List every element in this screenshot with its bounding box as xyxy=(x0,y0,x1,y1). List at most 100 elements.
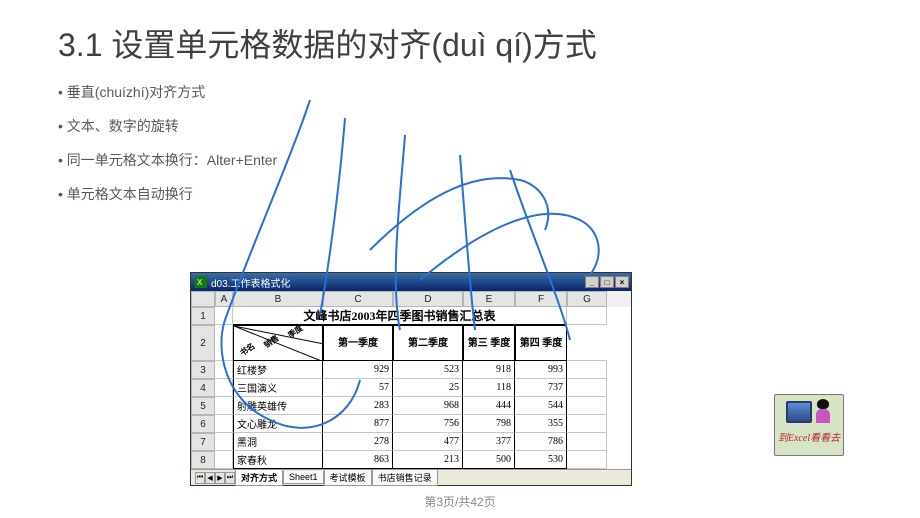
sheet-tab[interactable]: Sheet1 xyxy=(283,471,324,484)
monitor-icon xyxy=(786,401,812,423)
row-header[interactable]: 7 xyxy=(191,433,215,451)
value-cell[interactable]: 25 xyxy=(393,379,463,397)
person-icon xyxy=(814,399,832,425)
sheet-tab[interactable]: 书店销售记录 xyxy=(372,470,438,486)
value-cell[interactable]: 523 xyxy=(393,361,463,379)
cell[interactable] xyxy=(567,361,607,379)
header-cell[interactable]: 第二季度 xyxy=(393,325,463,361)
slide-title: 3.1 设置单元格数据的对齐(duì qí)方式 xyxy=(58,20,597,66)
value-cell[interactable]: 278 xyxy=(323,433,393,451)
value-cell[interactable]: 929 xyxy=(323,361,393,379)
tab-nav-next-icon[interactable]: ▶ xyxy=(215,472,225,484)
col-header[interactable]: E xyxy=(463,291,515,307)
book-name-cell[interactable]: 文心雕龙 xyxy=(233,415,323,433)
table-row: 6 文心雕龙877756798355 xyxy=(191,415,631,433)
book-name-cell[interactable]: 三国演义 xyxy=(233,379,323,397)
bullet-item: 文本、数字的旋转 xyxy=(58,116,277,136)
value-cell[interactable]: 213 xyxy=(393,451,463,469)
row-header[interactable]: 5 xyxy=(191,397,215,415)
value-cell[interactable]: 737 xyxy=(515,379,567,397)
cell[interactable] xyxy=(215,379,233,397)
sheet-tabs: ⏮ ◀ ▶ ⏭ 对齐方式 Sheet1 考试模板 书店销售记录 xyxy=(191,469,631,485)
value-cell[interactable]: 444 xyxy=(463,397,515,415)
cell[interactable] xyxy=(215,397,233,415)
row-header[interactable]: 3 xyxy=(191,361,215,379)
bullet-list: 垂直(chuízhí)对齐方式 文本、数字的旋转 同一单元格文本换行：Alter… xyxy=(58,82,277,218)
value-cell[interactable]: 877 xyxy=(323,415,393,433)
close-icon[interactable]: × xyxy=(615,276,629,288)
maximize-icon[interactable]: □ xyxy=(600,276,614,288)
row-header[interactable]: 1 xyxy=(191,307,215,325)
tab-nav-prev-icon[interactable]: ◀ xyxy=(205,472,215,484)
book-name-cell[interactable]: 黑洞 xyxy=(233,433,323,451)
table-row: 3 红楼梦929523918993 xyxy=(191,361,631,379)
table-row: 1 文峰书店2003年四季图书销售汇总表 xyxy=(191,307,631,325)
table-row: 8 家春秋863213500530 xyxy=(191,451,631,469)
row-header[interactable]: 8 xyxy=(191,451,215,469)
value-cell[interactable]: 377 xyxy=(463,433,515,451)
value-cell[interactable]: 544 xyxy=(515,397,567,415)
col-header[interactable]: F xyxy=(515,291,567,307)
bullet-item: 单元格文本自动换行 xyxy=(58,184,277,204)
tab-nav-first-icon[interactable]: ⏮ xyxy=(195,472,205,484)
merged-title-cell[interactable]: 文峰书店2003年四季图书销售汇总表 xyxy=(233,307,567,325)
value-cell[interactable]: 57 xyxy=(323,379,393,397)
header-cell[interactable]: 第一季度 xyxy=(323,325,393,361)
table-row: 2 季度 销售 书名 第一季度 第二季度 第三 季度 第四 季度 xyxy=(191,325,631,361)
cell[interactable] xyxy=(215,361,233,379)
value-cell[interactable]: 500 xyxy=(463,451,515,469)
tab-nav-last-icon[interactable]: ⏭ xyxy=(225,472,235,484)
sheet-tab[interactable]: 考试模板 xyxy=(324,470,372,486)
cell[interactable] xyxy=(567,325,607,361)
cell[interactable] xyxy=(215,325,233,361)
row-header[interactable]: 2 xyxy=(191,325,215,361)
row-header[interactable]: 6 xyxy=(191,415,215,433)
value-cell[interactable]: 918 xyxy=(463,361,515,379)
header-cell[interactable]: 第三 季度 xyxy=(463,325,515,361)
value-cell[interactable]: 798 xyxy=(463,415,515,433)
col-header[interactable]: G xyxy=(567,291,607,307)
bullet-item: 垂直(chuízhí)对齐方式 xyxy=(58,82,277,102)
book-name-cell[interactable]: 红楼梦 xyxy=(233,361,323,379)
col-header[interactable]: B xyxy=(233,291,323,307)
cell[interactable] xyxy=(567,307,607,325)
col-header[interactable]: D xyxy=(393,291,463,307)
value-cell[interactable]: 756 xyxy=(393,415,463,433)
page-number: 第3页/共42页 xyxy=(424,493,495,510)
value-cell[interactable]: 863 xyxy=(323,451,393,469)
value-cell[interactable]: 968 xyxy=(393,397,463,415)
value-cell[interactable]: 530 xyxy=(515,451,567,469)
cell[interactable] xyxy=(567,397,607,415)
minimize-icon[interactable]: _ xyxy=(585,276,599,288)
bullet-item: 同一单元格文本换行：Alter+Enter xyxy=(58,150,277,170)
cell[interactable] xyxy=(215,307,233,325)
row-header[interactable]: 4 xyxy=(191,379,215,397)
book-name-cell[interactable]: 家春秋 xyxy=(233,451,323,469)
diagonal-header-cell[interactable]: 季度 销售 书名 xyxy=(233,325,323,361)
cell[interactable] xyxy=(215,433,233,451)
value-cell[interactable]: 283 xyxy=(323,397,393,415)
col-headers: A B C D E F G xyxy=(191,291,631,307)
cell[interactable] xyxy=(567,451,607,469)
cell[interactable] xyxy=(567,379,607,397)
cell[interactable] xyxy=(215,451,233,469)
cell[interactable] xyxy=(567,415,607,433)
sheet-tab[interactable]: 对齐方式 xyxy=(235,470,283,486)
excel-window: X d03.工作表格式化 _ □ × A B C D E F G 1 文峰书店2… xyxy=(190,272,632,486)
excel-sticker: 到Excel看看去 xyxy=(774,394,844,456)
select-all-corner[interactable] xyxy=(191,291,215,307)
excel-titlebar: X d03.工作表格式化 _ □ × xyxy=(191,273,631,291)
cell[interactable] xyxy=(567,433,607,451)
excel-file-icon: X xyxy=(195,276,207,288)
header-cell[interactable]: 第四 季度 xyxy=(515,325,567,361)
col-header[interactable]: A xyxy=(215,291,233,307)
cell[interactable] xyxy=(215,415,233,433)
value-cell[interactable]: 786 xyxy=(515,433,567,451)
value-cell[interactable]: 118 xyxy=(463,379,515,397)
value-cell[interactable]: 355 xyxy=(515,415,567,433)
sticker-label: 到Excel看看去 xyxy=(778,429,840,444)
book-name-cell[interactable]: 射雕英雄传 xyxy=(233,397,323,415)
value-cell[interactable]: 477 xyxy=(393,433,463,451)
value-cell[interactable]: 993 xyxy=(515,361,567,379)
col-header[interactable]: C xyxy=(323,291,393,307)
